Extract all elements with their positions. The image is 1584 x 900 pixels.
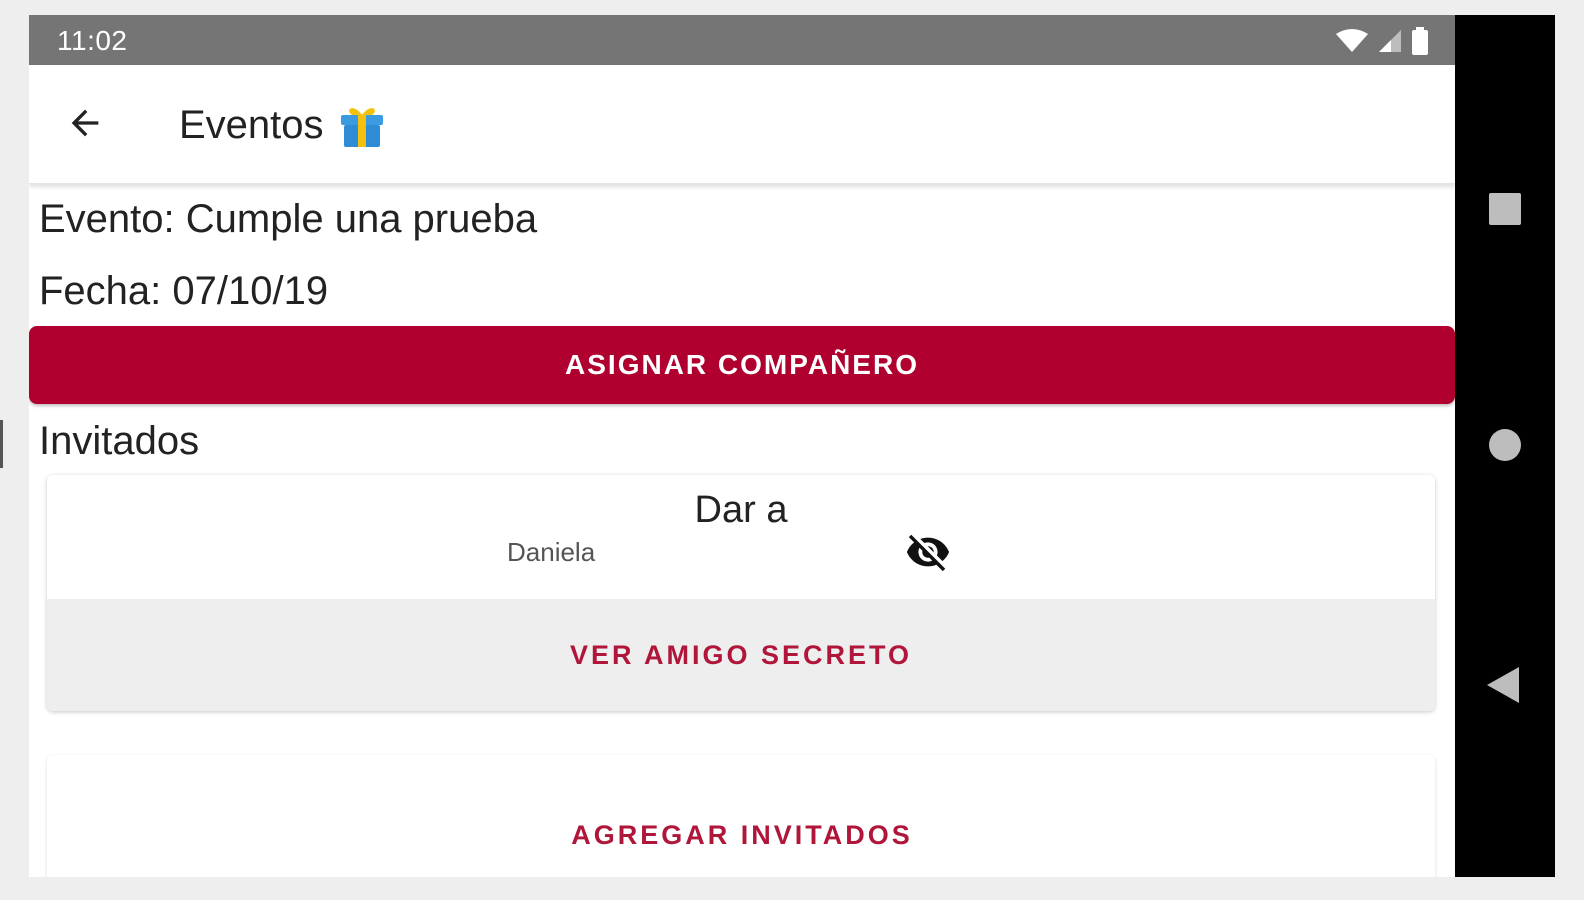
guest-card-content: Dar a Daniela [47,475,1435,599]
system-navigation-bar [1455,15,1555,877]
eye-off-icon[interactable] [905,529,951,575]
back-icon[interactable] [1487,667,1519,703]
back-button[interactable] [63,101,107,145]
arrow-back-icon [71,109,99,137]
gift-icon [340,108,383,147]
wifi-icon [1336,29,1368,52]
assign-partner-button[interactable]: ASIGNAR COMPAÑERO [29,326,1455,404]
guest-name: Daniela [507,537,596,567]
home-icon[interactable] [1489,429,1521,461]
status-icons [1335,27,1429,55]
view-secret-friend-button[interactable]: VER AMIGO SECRETO [47,599,1435,711]
signal-icon [1379,30,1401,52]
event-name: Evento: Cumple una prueba [39,197,538,241]
guests-heading: Invitados [39,419,200,463]
window-edge-marker [0,420,3,468]
event-date: Fecha: 07/10/19 [39,269,329,313]
app-toolbar: Eventos [29,65,1455,184]
recents-icon[interactable] [1489,193,1521,225]
add-guests-button[interactable]: AGREGAR INVITADOS [29,805,1455,865]
page-title: Eventos [179,101,386,149]
page-title-text: Eventos [179,102,324,147]
battery-icon [1412,27,1428,55]
guest-card: Dar a Daniela VER AMIGO SECRETO [47,475,1435,711]
give-to-label: Dar a [694,489,788,531]
app-screen: 11:02 Eventos Evento: Cumple una prueba … [29,15,1455,877]
status-time: 11:02 [57,25,128,56]
status-bar: 11:02 [29,15,1455,65]
